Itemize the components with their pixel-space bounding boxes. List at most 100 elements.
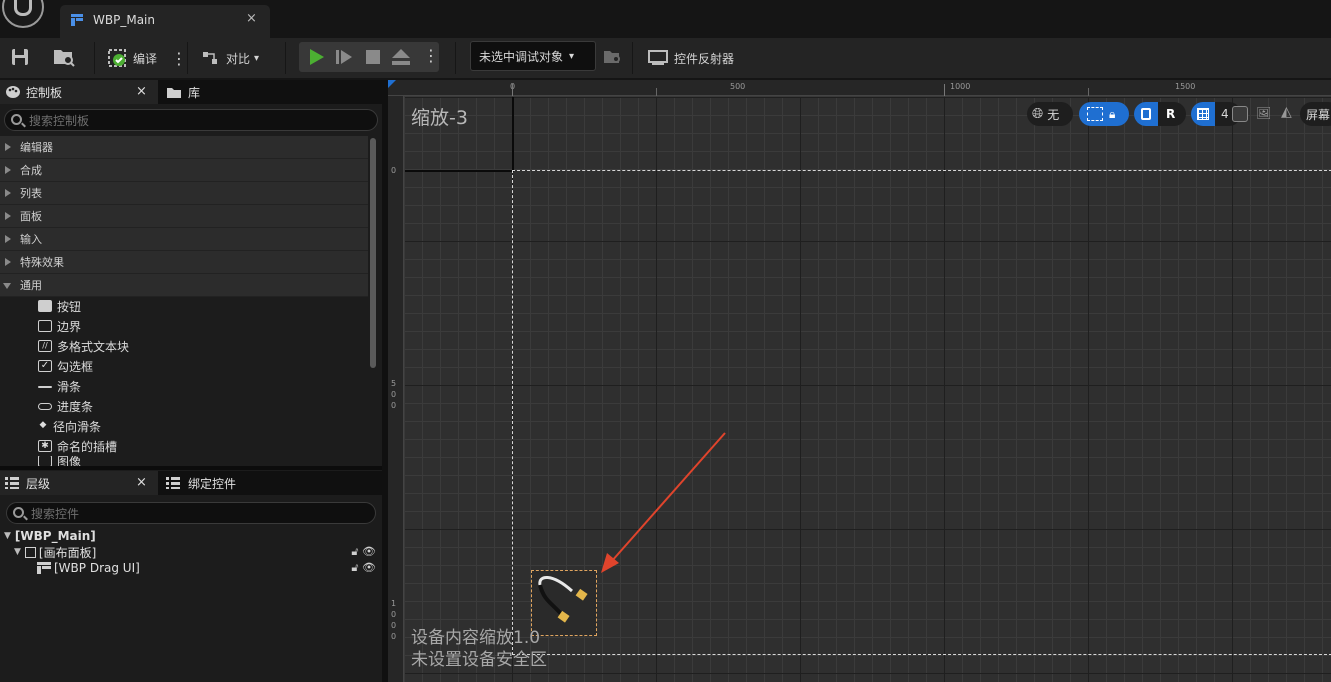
palette-item-label: 命名的插槽 [57,439,118,454]
tree-row-canvas[interactable]: ▼ [画布面板] 🔓︎ 👁︎ [0,544,382,560]
expand-arrow-icon [5,166,11,174]
hierarchy-search-placeholder: 搜索控件 [31,506,80,521]
lock-visibility-icons[interactable]: 🔓︎ 👁︎ [351,561,376,575]
category-list[interactable]: 列表 [0,182,368,205]
palette-item-label: 径向滑条 [53,419,102,434]
category-composite[interactable]: 合成 [0,159,368,182]
named-slot-icon: ✱ [38,440,52,452]
device-scale-label: 设备内容缩放1.0 [411,628,541,648]
widget-reflector-button[interactable]: 控件反射器 [648,44,734,72]
palette-item-slider[interactable]: 滑条 [38,376,81,396]
diff-label: 对比 [226,51,251,66]
palette-scrollbar[interactable] [370,138,376,368]
device-info: 设备内容缩放1.0 未设置设备安全区 [411,627,547,671]
palette-item-progress-bar[interactable]: 进度条 [38,396,93,416]
play-options-icon[interactable]: ⋮ [423,46,439,65]
close-icon[interactable]: × [136,84,147,99]
image-widget-icon [38,456,52,466]
palette-item-border[interactable]: 边界 [38,316,81,336]
category-label: 面板 [20,210,42,223]
tree-label-drag-ui: [WBP Drag UI] [54,561,140,575]
diff-button[interactable]: 对比 ▾ [202,44,259,72]
eject-icon[interactable] [391,48,411,66]
palette-tab-bar: 控制板 × 库 [0,80,382,104]
screen-size-button[interactable]: 屏幕 [1300,102,1331,126]
ruler-label: 1500 [1175,82,1196,91]
design-bounds [512,170,1331,655]
designer-grid[interactable]: 缩放-3 🌐︎ 无 🔒︎ R 4 🖼︎ ◭ 屏幕 设备内容缩放1.0 未设置设备… [405,97,1331,682]
step-icon[interactable] [335,48,353,66]
grid-size-label: 4 [1221,107,1229,121]
compile-button[interactable]: 编译 [107,44,157,72]
ruler-label: 0 [391,166,397,175]
palette-item-image[interactable]: 图像 [38,456,81,466]
safe-zone-label: 未设置设备安全区 [411,650,547,670]
palette-item-label: 进度条 [57,399,94,414]
category-panel[interactable]: 面板 [0,205,368,228]
category-label: 列表 [20,187,42,200]
tab-library-label: 库 [188,85,201,100]
palette-item-radial-slider[interactable]: ◆ 径向滑条 [38,416,101,436]
designer-viewport[interactable]: 缩放-3 🌐︎ 无 🔒︎ R 4 🖼︎ ◭ 屏幕 设备内容缩放1.0 未设置设备… [388,80,1331,682]
ruler-top: 0 500 1000 1500 [388,80,1331,96]
lock-icon: 🔒︎ [1109,106,1116,121]
hierarchy-icon [5,477,19,489]
palette-item-label: 多格式文本块 [57,339,130,354]
widget-reflector-icon [648,50,668,65]
annotation-arrow [601,432,726,573]
world-space-toggle[interactable]: 🌐︎ 无 [1027,102,1073,126]
locked-toggle[interactable]: 🔒︎ [1079,102,1129,126]
category-input[interactable]: 输入 [0,228,368,251]
lock-visibility-icons[interactable]: 🔓︎ 👁︎ [351,545,376,559]
zoom-label: 缩放-3 [411,107,468,129]
save-icon[interactable] [10,47,30,67]
tree-row-drag-ui[interactable]: [WBP Drag UI] 🔓︎ 👁︎ [0,560,382,576]
title-bar: WBP_Main × [0,0,1331,38]
dashed-box-icon [1087,107,1103,121]
respect-locks-toggle[interactable]: R [1134,102,1186,126]
checkbox-icon: ✓ [38,360,52,372]
debug-browse-icon[interactable] [602,47,622,67]
chevron-down-icon: ▾ [254,52,260,64]
close-icon[interactable]: × [136,475,147,490]
document-tab[interactable]: WBP_Main × [60,5,270,38]
tab-library[interactable]: 库 [160,80,260,104]
close-icon[interactable]: × [246,11,257,26]
mirror-icon[interactable]: ◭ [1281,104,1292,120]
ruler-left: 0 5 0 0 1 0 0 0 [388,96,404,682]
category-editor[interactable]: 编辑器 [0,136,368,159]
slider-icon [38,386,52,388]
palette-item-label: 滑条 [57,379,82,394]
search-icon [13,507,24,518]
palette-item-rich-text[interactable]: // 多格式文本块 [38,336,129,356]
debug-object-label: 未选中调试对象 [479,49,564,64]
category-common[interactable]: 通用 [0,274,368,297]
compile-label: 编译 [133,51,158,66]
stop-icon[interactable] [365,49,381,65]
panel-splitter[interactable] [0,466,382,470]
palette-search-input[interactable]: 搜索控制板 [4,109,378,131]
category-label: 编辑器 [20,141,53,154]
rich-text-icon: // [38,340,52,352]
tab-palette[interactable]: 控制板 × [0,80,158,104]
cable-connector-icon [538,576,588,623]
category-special-effects[interactable]: 特殊效果 [0,251,368,274]
palette-search-placeholder: 搜索控制板 [29,113,90,128]
unreal-logo-icon[interactable] [2,0,44,28]
play-icon[interactable] [307,48,325,66]
tab-bind-widgets[interactable]: 绑定控件 [160,471,300,495]
compile-options-icon[interactable]: ⋮ [171,44,187,72]
browse-folder-icon[interactable] [52,46,76,68]
image-icon[interactable]: 🖼︎ [1256,106,1276,122]
debug-object-select[interactable]: 未选中调试对象 ▾ [470,41,596,71]
anchor-icon [1134,102,1158,126]
palette-item-button[interactable]: 按钮 [38,296,81,316]
cursor-select-icon[interactable] [1232,106,1248,122]
hierarchy-search-input[interactable]: 搜索控件 [6,502,376,524]
tab-hierarchy[interactable]: 层级 × [0,471,158,495]
search-icon [11,114,22,125]
palette-item-named-slot[interactable]: ✱ 命名的插槽 [38,436,117,456]
palette-item-checkbox[interactable]: ✓ 勾选框 [38,356,93,376]
tree-row-root[interactable]: ▼ [WBP_Main] [0,528,382,544]
expand-arrow-icon [5,235,11,243]
